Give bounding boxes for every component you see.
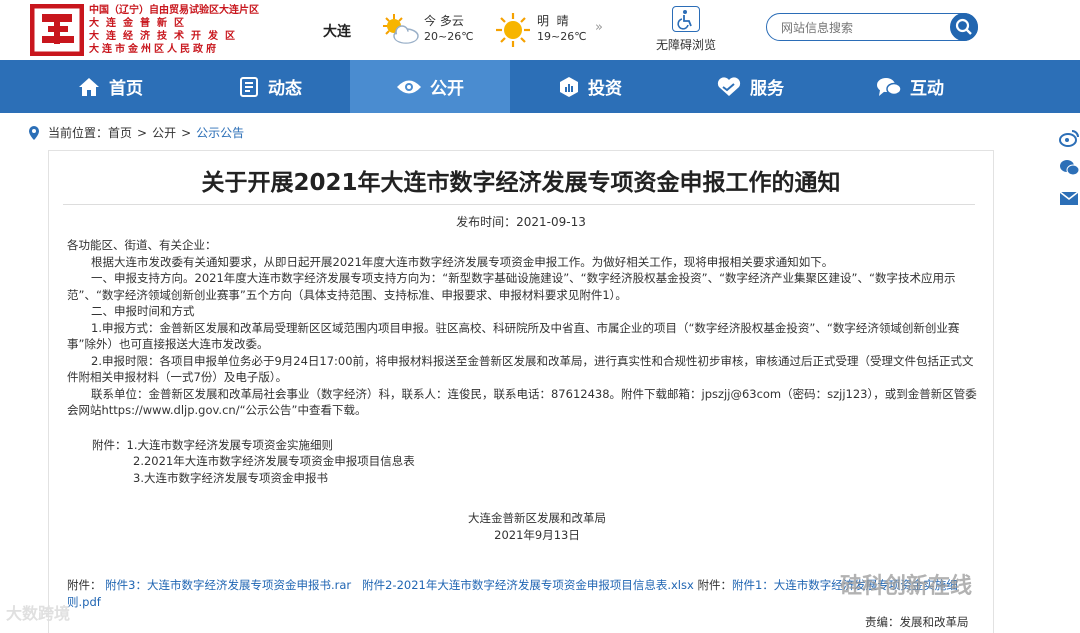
search-icon <box>955 18 972 35</box>
watermark-right: 硅科创新在线 <box>840 574 973 599</box>
handshake-icon <box>717 76 741 96</box>
file-link-2[interactable]: 附件2-2021年大连市数字经济发展专项资金申报项目信息表.xlsx <box>362 578 694 592</box>
paragraph-direction: 一、申报支持方向。2021年度大连市数字经济发展专项支持方向为：“新型数字基础设… <box>67 271 956 302</box>
weather-tomorrow-temp: 19~26℃ <box>537 30 587 43</box>
nav-news-label: 动态 <box>268 79 302 99</box>
nav-public[interactable]: 公开 <box>350 60 510 113</box>
accessibility-button[interactable]: 无障碍浏览 <box>651 6 721 53</box>
news-icon <box>240 76 258 97</box>
file-links-label: 附件： <box>67 578 102 592</box>
home-icon <box>79 77 99 96</box>
attachment-line-2: 2.2021年大连市数字经济发展专项资金申报项目信息表 <box>133 454 415 468</box>
city-name: 大连 <box>323 24 351 40</box>
site-logo-icon[interactable] <box>30 4 84 56</box>
breadcrumb-home[interactable]: 首页 <box>108 124 132 141</box>
nav-news[interactable]: 动态 <box>190 60 350 113</box>
attachment-line-1: 附件：1.大连市数字经济发展专项资金实施细则 <box>92 437 333 452</box>
attachments-label: 附件： <box>92 437 127 452</box>
signature-date: 2021年9月13日 <box>494 527 580 542</box>
search-button[interactable] <box>950 13 978 41</box>
paragraph-method: 1.申报方式：金普新区发展和改革局受理新区区域范围内项目申报。驻区高校、科研院所… <box>67 320 960 352</box>
file-links-label: 附件： <box>697 578 732 592</box>
email-share-icon[interactable] <box>1058 188 1080 208</box>
title-divider <box>63 204 975 205</box>
watermark-left: 大数跨境 <box>6 604 71 623</box>
chat-icon <box>877 77 902 96</box>
editor-credit: 责编：发展和改革局 <box>865 615 969 629</box>
nav-service[interactable]: 服务 <box>670 60 830 113</box>
breadcrumb-label: 当前位置： <box>48 126 109 140</box>
nav-service-label: 服务 <box>750 79 784 99</box>
signature-org: 大连金普新区发展和改革局 <box>468 511 606 525</box>
paragraph-heading-2: 二、申报时间和方式 <box>91 304 195 318</box>
org-line-2: 大连金普新区 <box>89 18 191 29</box>
org-line-3: 大连经济技术开发区 <box>89 31 242 42</box>
breadcrumb: 当前位置： 首页 > 公开 > 公示公告 <box>28 124 244 141</box>
article-body: 各功能区、街道、有关企业： 根据大连市发改委有关通知要求，从即日起开展2021年… <box>67 237 977 543</box>
breadcrumb-public[interactable]: 公开 <box>152 124 176 141</box>
paragraph-deadline: 2.申报时限：各项目申报单位务必于9月24日17:00前，将申报材料报送至金普新… <box>67 353 974 385</box>
site-header: 中国（辽宁）自由贸易试验区大连片区 大连金普新区 大连经济技术开发区 大连市金州… <box>0 0 1080 60</box>
organization-name: 中国（辽宁）自由贸易试验区大连片区 大连金普新区 大连经济技术开发区 大连市金州… <box>89 4 259 56</box>
nav-home[interactable]: 首页 <box>30 60 190 113</box>
nav-invest[interactable]: 投资 <box>510 60 670 113</box>
location-pin-icon <box>29 125 39 140</box>
weather-today-temp: 20~26℃ <box>424 30 474 43</box>
weather-more-link[interactable]: » <box>595 20 603 35</box>
main-nav: 首页 动态 公开 投资 服务 互动 <box>0 60 1080 113</box>
org-line-4: 大连市金州区人民政府 <box>89 44 219 55</box>
publish-date: 发布时间：2021-09-13 <box>456 215 586 229</box>
nav-public-label: 公开 <box>430 79 464 99</box>
attachment-line-3: 3.大连市数字经济发展专项资金申报书 <box>133 470 328 485</box>
org-line-1: 中国（辽宁）自由贸易试验区大连片区 <box>89 5 259 16</box>
sun-icon <box>496 13 530 47</box>
partly-cloudy-icon <box>383 14 419 44</box>
paragraph-contact: 联系单位：金普新区发展和改革局社会事业（数字经济）科，联系人：连俊民，联系电话：… <box>67 386 977 418</box>
paragraph-intro: 根据大连市发改委有关通知要求，从即日起开展2021年度大连市数字经济发展专项资金… <box>91 254 834 269</box>
nav-interact[interactable]: 互动 <box>830 60 990 113</box>
weather-tomorrow-condition: 明 晴 <box>537 14 569 28</box>
wheelchair-icon <box>672 6 700 32</box>
breadcrumb-separator: > <box>137 125 148 140</box>
breadcrumb-notice[interactable]: 公示公告 <box>196 124 244 141</box>
wechat-share-icon[interactable] <box>1058 158 1080 178</box>
breadcrumb-separator: > <box>181 125 192 140</box>
salutation: 各功能区、街道、有关企业： <box>67 238 217 252</box>
article-title: 关于开展2021年大连市数字经济发展专项资金申报工作的通知 <box>201 170 841 196</box>
nav-invest-label: 投资 <box>588 79 622 99</box>
eye-icon <box>397 80 421 93</box>
file-link-3[interactable]: 附件3：大连市数字经济发展专项资金申报书.rar <box>105 578 351 592</box>
accessibility-label: 无障碍浏览 <box>655 38 716 52</box>
article-panel: 关于开展2021年大连市数字经济发展专项资金申报工作的通知 发布时间：2021-… <box>48 150 994 633</box>
weibo-share-icon[interactable] <box>1058 128 1080 148</box>
chart-icon <box>560 76 578 97</box>
nav-interact-label: 互动 <box>910 79 944 99</box>
nav-home-label: 首页 <box>109 79 143 99</box>
search-input[interactable] <box>779 18 943 38</box>
weather-today-condition: 今 多云 <box>424 14 464 28</box>
site-search <box>766 13 978 41</box>
